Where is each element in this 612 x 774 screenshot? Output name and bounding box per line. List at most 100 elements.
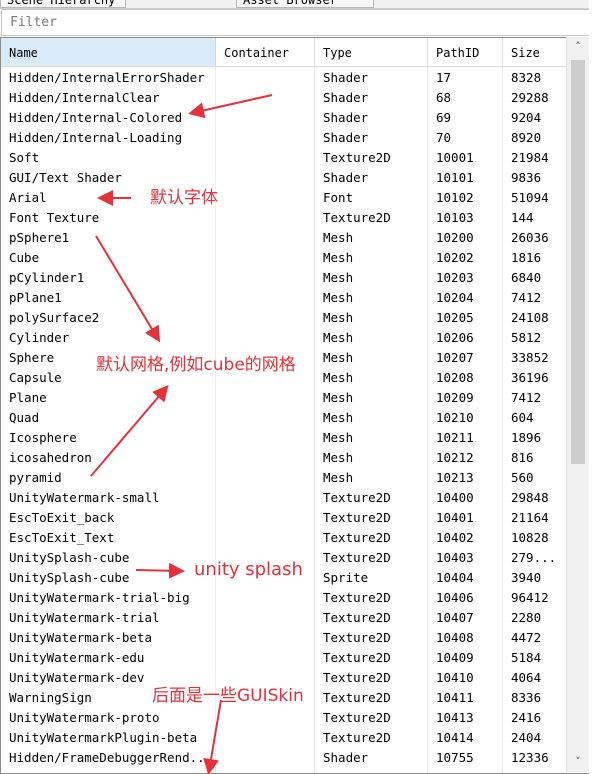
cell-size: 26036 (511, 230, 549, 245)
chevron-down-icon[interactable]: ˅ (567, 752, 589, 772)
cell-pathid: 10403 (436, 550, 474, 565)
scroll-thumb[interactable] (571, 60, 585, 464)
cell-pathid: 10408 (436, 630, 474, 645)
table-row[interactable]: UnityWatermark-small Texture2D 10400 29848 (1, 488, 589, 508)
cell-container (216, 148, 315, 168)
tab-scene-hierarchy[interactable]: Scene Hierarchy (0, 0, 126, 8)
table-row[interactable]: Hidden/Internal-Colored Shader 69 9204 (1, 108, 589, 128)
column-header-name[interactable]: Name (1, 38, 216, 66)
table-row[interactable]: Cube Mesh 10202 1816 (1, 248, 589, 268)
cell-pathid: 10402 (436, 530, 474, 545)
annotation-guiskin: 后面是一些GUISkin (152, 686, 304, 706)
cell-size: 5812 (511, 330, 542, 345)
cell-pathid: 10208 (436, 370, 474, 385)
cell-pathid: 10101 (436, 170, 474, 185)
table-row[interactable]: pyramid Mesh 10213 560 (1, 468, 589, 488)
table-row[interactable]: Arial Font 10102 51094 (1, 188, 589, 208)
cell-pathid: 10211 (436, 430, 474, 445)
table-row[interactable]: Cylinder Mesh 10206 5812 (1, 328, 589, 348)
cell-name: Cylinder (9, 330, 70, 345)
cell-container (216, 708, 315, 728)
cell-type: Texture2D (323, 690, 391, 705)
cell-container (216, 528, 315, 548)
table-row[interactable]: GUI/Text Shader Shader 10101 9836 (1, 168, 589, 188)
annotation-unity-splash: unity splash (194, 559, 303, 580)
cell-name: Hidden/Internal-Loading (9, 130, 183, 145)
cell-type: Mesh (323, 450, 354, 465)
table-row[interactable]: UnityWatermark-proto Texture2D 10413 2416 (1, 708, 589, 728)
table-row[interactable]: polySurface2 Mesh 10205 24108 (1, 308, 589, 328)
table-row[interactable]: UnityWatermark-edu Texture2D 10409 5184 (1, 648, 589, 668)
cell-type: Shader (323, 110, 369, 125)
table-row[interactable]: icosahedron Mesh 10212 816 (1, 448, 589, 468)
table-header: Name Container Type PathID Size (1, 38, 589, 67)
table-row[interactable]: Hidden/Internal-Loading Shader 70 8920 (1, 128, 589, 148)
cell-name: Cube (9, 250, 40, 265)
cell-name: Hidden/InternalErrorShader (9, 70, 205, 85)
cell-name: UnityWatermark-beta (9, 630, 152, 645)
cell-container (216, 448, 315, 468)
cell-name: UnitySplash-cube (9, 570, 130, 585)
cell-type: Mesh (323, 250, 354, 265)
table-row[interactable]: Hidden/FrameDebuggerRend... Shader 10755 12… (1, 748, 589, 768)
cell-size: 12336 (511, 750, 549, 765)
cell-type: Texture2D (323, 730, 391, 745)
table-row[interactable]: UnityWatermark-trial Texture2D 10407 2280 (1, 608, 589, 628)
column-header-size[interactable]: Size (503, 38, 571, 66)
cell-name: UnityWatermark-proto (9, 710, 160, 725)
table-row[interactable]: Soft Texture2D 10001 21984 (1, 148, 589, 168)
cell-size: 1816 (511, 250, 542, 265)
filter-input[interactable] (2, 10, 608, 35)
table-row[interactable]: Hidden/InternalClear Shader 68 29288 (1, 88, 589, 108)
table-row[interactable]: EscToExit_back Texture2D 10401 21164 (1, 508, 589, 528)
column-header-pathid[interactable]: PathID (428, 38, 503, 66)
cell-pathid: 10213 (436, 470, 474, 485)
cell-container (216, 68, 315, 88)
cell-type: Mesh (323, 230, 354, 245)
vertical-scrollbar[interactable]: ˄ ˅ (566, 37, 589, 772)
cell-type: Shader (323, 70, 369, 85)
table-row[interactable]: Font Texture Texture2D 10103 144 (1, 208, 589, 228)
table-row[interactable]: Icosphere Mesh 10211 1896 (1, 428, 589, 448)
cell-pathid: 10410 (436, 670, 474, 685)
table-row[interactable]: pCylinder1 Mesh 10203 6840 (1, 268, 589, 288)
table-row[interactable]: UnityWatermarkPlugin-beta Texture2D 10414 2… (1, 728, 589, 748)
cell-pathid: 10203 (436, 270, 474, 285)
cell-container (216, 268, 315, 288)
table-row[interactable]: Hidden/InternalErrorShader Shader 17 8328 (1, 68, 589, 88)
cell-size: 51094 (511, 190, 549, 205)
cell-type: Texture2D (323, 590, 391, 605)
cell-pathid: 10207 (436, 350, 474, 365)
cell-size: 5184 (511, 650, 542, 665)
cell-container (216, 248, 315, 268)
cell-size: 560 (511, 470, 534, 485)
table-row[interactable]: UnityWatermark-trial-big Texture2D 10406 96… (1, 588, 589, 608)
cell-container (216, 648, 315, 668)
cell-size: 8336 (511, 690, 542, 705)
cell-type: Texture2D (323, 670, 391, 685)
cell-pathid: 68 (436, 90, 452, 105)
tab-asset-browser[interactable]: Asset Browser (236, 0, 374, 8)
table-row[interactable]: EscToExit_Text Texture2D 10402 10828 (1, 528, 589, 548)
table-row[interactable]: Quad Mesh 10210 604 (1, 408, 589, 428)
cell-container (216, 728, 315, 748)
cell-pathid: 10205 (436, 310, 474, 325)
cell-size: 9836 (511, 170, 542, 185)
cell-type: Mesh (323, 330, 354, 345)
chevron-up-icon[interactable]: ˄ (567, 37, 589, 57)
cell-type: Sprite (323, 570, 369, 585)
cell-name: Hidden/Internal-Colored (9, 110, 183, 125)
cell-type: Texture2D (323, 650, 391, 665)
table-row[interactable]: pSphere1 Mesh 10200 26036 (1, 228, 589, 248)
table-row[interactable]: Plane Mesh 10209 7412 (1, 388, 589, 408)
cell-container (216, 428, 315, 448)
cell-type: Texture2D (323, 530, 391, 545)
column-header-type[interactable]: Type (315, 38, 428, 66)
table-row[interactable]: UnityWatermark-beta Texture2D 10408 4472 (1, 628, 589, 648)
cell-name: Plane (9, 390, 47, 405)
column-header-container[interactable]: Container (216, 38, 315, 66)
cell-size: 604 (511, 410, 534, 425)
table-row[interactable]: pPlane1 Mesh 10204 7412 (1, 288, 589, 308)
cell-type: Texture2D (323, 610, 391, 625)
cell-size: 10828 (511, 530, 549, 545)
